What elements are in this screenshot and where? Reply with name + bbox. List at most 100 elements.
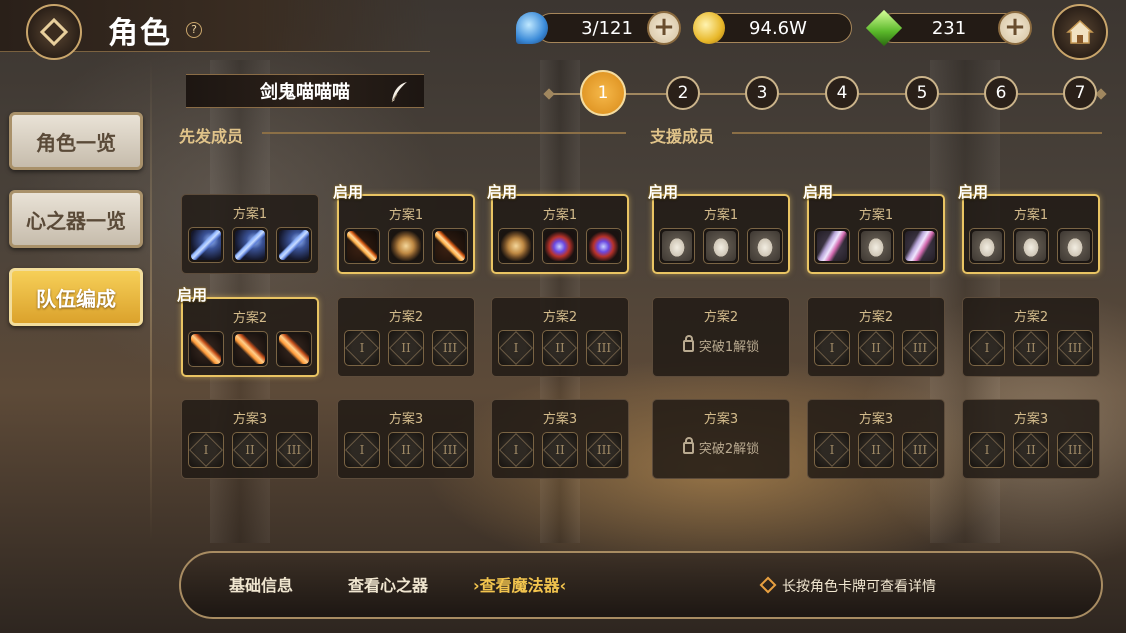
magic-item-slot[interactable]: [858, 228, 894, 264]
magic-item-slot[interactable]: [542, 228, 578, 264]
empty-slot[interactable]: III: [276, 432, 312, 468]
empty-slot[interactable]: I: [188, 432, 224, 468]
plan-card[interactable]: 启用 方案1: [803, 183, 945, 274]
plan-card[interactable]: 方案3 I II III: [181, 399, 319, 479]
magic-item-slot[interactable]: [1013, 228, 1049, 264]
empty-slot[interactable]: I: [498, 330, 534, 366]
unlock-requirement: 突破2解锁: [698, 442, 760, 457]
plan-card[interactable]: 方案2 I II III: [337, 297, 475, 377]
team-tab-7[interactable]: 7: [1063, 76, 1097, 110]
plan-card[interactable]: 方案3 I II III: [491, 399, 629, 479]
plan-card[interactable]: 启用 方案1: [487, 183, 629, 274]
magic-item-slot[interactable]: [388, 228, 424, 264]
plan-card[interactable]: 方案2 I II III: [962, 297, 1100, 377]
empty-slot[interactable]: III: [432, 432, 468, 468]
team-tab-6[interactable]: 6: [984, 76, 1018, 110]
empty-slot[interactable]: II: [388, 432, 424, 468]
magic-item-slot[interactable]: [232, 331, 268, 367]
help-button[interactable]: ?: [186, 22, 202, 38]
plan-card[interactable]: 方案2 I II III: [491, 297, 629, 377]
magic-item-slot[interactable]: [276, 331, 312, 367]
plan-card[interactable]: 启用 方案1: [958, 183, 1100, 274]
team-tab-2[interactable]: 2: [666, 76, 700, 110]
nav-heart-vessel-list[interactable]: 心之器一览: [9, 190, 143, 248]
view-magic-item-button[interactable]: ›查看魔法器‹: [473, 572, 566, 596]
plan-card[interactable]: 启用 方案2: [177, 286, 319, 377]
empty-slot[interactable]: II: [388, 330, 424, 366]
empty-slot[interactable]: II: [1013, 330, 1049, 366]
magic-item-slot[interactable]: [188, 227, 224, 263]
magic-item-slot[interactable]: [232, 227, 268, 263]
locked-plan: 突破2解锁: [653, 437, 789, 457]
empty-slot[interactable]: I: [814, 330, 850, 366]
slot-numeral: I: [513, 443, 519, 457]
plan-label: 方案3: [858, 412, 894, 427]
enabled-badge: 启用: [177, 286, 208, 304]
empty-slot[interactable]: I: [969, 330, 1005, 366]
plan-card[interactable]: 方案3 I II III: [337, 399, 475, 479]
magic-item-slot[interactable]: [432, 228, 468, 264]
slot-numeral: I: [829, 443, 835, 457]
magic-item-icon: [435, 231, 465, 261]
plan-card[interactable]: 方案2 突破1解锁: [652, 297, 790, 377]
magic-item-slot[interactable]: [703, 228, 739, 264]
starters-header-line: [262, 132, 626, 134]
empty-slot[interactable]: III: [1057, 432, 1093, 468]
team-tab-1[interactable]: 1: [580, 70, 626, 116]
plan-card[interactable]: 方案3 I II III: [962, 399, 1100, 479]
slot-numeral: II: [555, 443, 565, 457]
magic-item-slot[interactable]: [902, 228, 938, 264]
plan-card[interactable]: 方案2 I II III: [807, 297, 945, 377]
magic-item-slot[interactable]: [659, 228, 695, 264]
magic-item-icon: [1016, 231, 1046, 261]
empty-slot[interactable]: III: [1057, 330, 1093, 366]
empty-slot[interactable]: I: [969, 432, 1005, 468]
view-heart-vessel-button[interactable]: 查看心之器: [348, 572, 428, 596]
magic-item-slot[interactable]: [969, 228, 1005, 264]
add-stamina-button[interactable]: +: [647, 11, 681, 45]
plan-label: 方案3: [542, 412, 578, 427]
empty-slot[interactable]: I: [498, 432, 534, 468]
empty-slot[interactable]: II: [542, 330, 578, 366]
home-button[interactable]: [1052, 4, 1108, 60]
slot-numeral: I: [203, 443, 209, 457]
plan-card[interactable]: 方案3 突破2解锁: [652, 399, 790, 479]
nav-character-list[interactable]: 角色一览: [9, 112, 143, 170]
add-gem-button[interactable]: +: [998, 11, 1032, 45]
magic-item-slot[interactable]: [498, 228, 534, 264]
empty-slot[interactable]: II: [858, 330, 894, 366]
empty-slot[interactable]: II: [1013, 432, 1049, 468]
empty-slot[interactable]: III: [586, 330, 622, 366]
plan-card[interactable]: 启用 方案1: [333, 183, 475, 274]
plan-card[interactable]: 启用 方案1: [648, 183, 790, 274]
empty-slot[interactable]: II: [232, 432, 268, 468]
empty-slot[interactable]: III: [586, 432, 622, 468]
empty-slot[interactable]: I: [344, 432, 380, 468]
nav-team-formation[interactable]: 队伍编成: [9, 268, 143, 326]
plan-card[interactable]: 方案3 I II III: [807, 399, 945, 479]
magic-item-icon: [501, 231, 531, 261]
plan-card[interactable]: 方案1: [181, 194, 319, 274]
magic-item-slot[interactable]: [747, 228, 783, 264]
empty-slot[interactable]: II: [542, 432, 578, 468]
slot-numeral: II: [401, 443, 411, 457]
magic-item-slot[interactable]: [586, 228, 622, 264]
magic-item-slot[interactable]: [276, 227, 312, 263]
empty-slot[interactable]: III: [432, 330, 468, 366]
magic-item-slot[interactable]: [814, 228, 850, 264]
empty-slot[interactable]: II: [858, 432, 894, 468]
magic-item-slot[interactable]: [344, 228, 380, 264]
empty-slot[interactable]: I: [344, 330, 380, 366]
team-tab-4[interactable]: 4: [825, 76, 859, 110]
empty-slot[interactable]: III: [902, 330, 938, 366]
team-tab-3[interactable]: 3: [745, 76, 779, 110]
quill-icon[interactable]: [388, 80, 410, 104]
empty-slot[interactable]: III: [902, 432, 938, 468]
empty-slot[interactable]: I: [814, 432, 850, 468]
magic-item-slot[interactable]: [1057, 228, 1093, 264]
team-tab-5[interactable]: 5: [905, 76, 939, 110]
back-button[interactable]: [26, 4, 82, 60]
basic-info-button[interactable]: 基础信息: [229, 572, 293, 596]
magic-item-slot[interactable]: [188, 331, 224, 367]
magic-item-icon: [279, 230, 309, 260]
